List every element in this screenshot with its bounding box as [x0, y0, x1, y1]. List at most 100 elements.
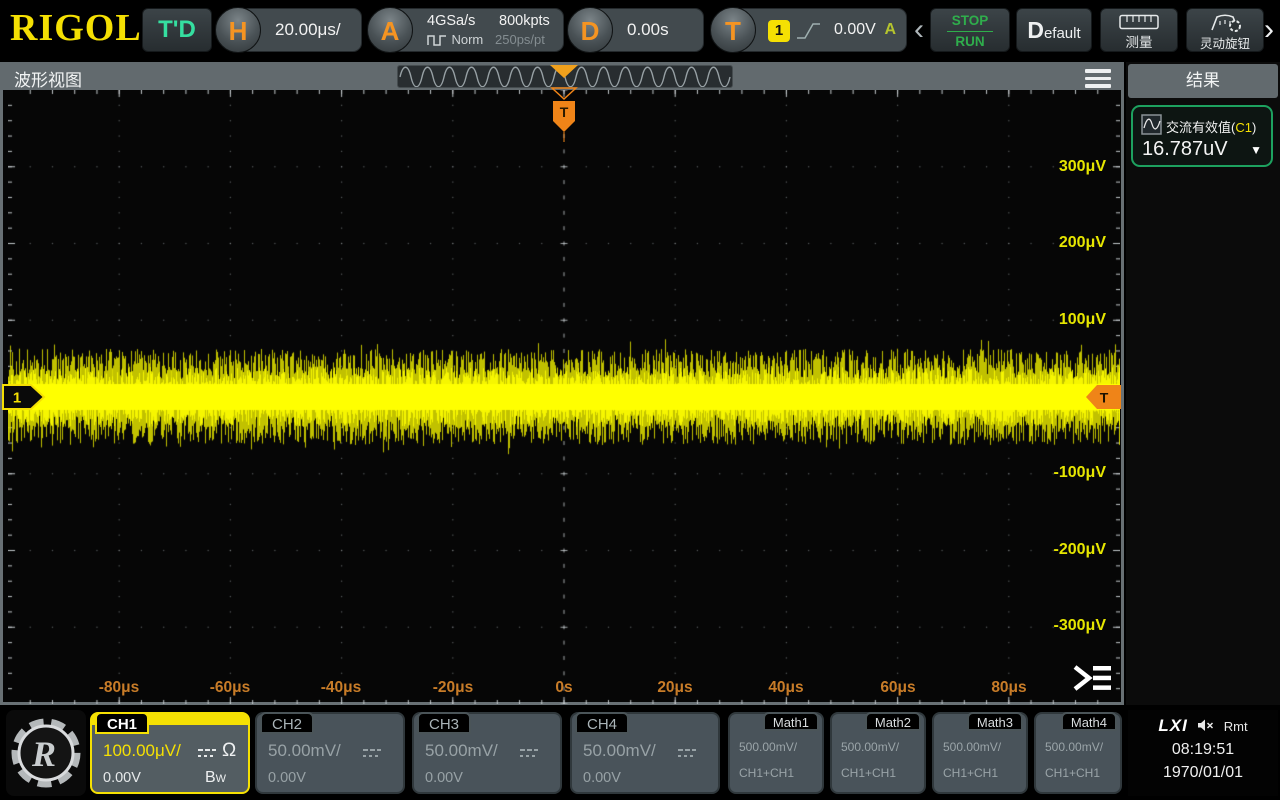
default-button[interactable]: Default [1016, 8, 1092, 52]
ch2-dc-coupling-icon [361, 747, 383, 759]
channel1-offset-marker[interactable]: 1 [2, 384, 46, 410]
run-label: RUN [931, 34, 1009, 50]
svg-text:T: T [560, 104, 569, 120]
ch1-scale: 100.00μV/ [103, 741, 181, 761]
toolbar-scroll-left[interactable]: ‹ [914, 15, 924, 45]
measurement-expand-icon[interactable]: ▼ [1250, 143, 1262, 157]
display-menu-expand-icon[interactable] [1070, 662, 1114, 694]
trigger-knob-button[interactable]: T [710, 7, 756, 53]
delay-knob-button[interactable]: D [567, 7, 613, 53]
status-clock-area[interactable]: LXI Rmt 08:19:51 1970/01/01 [1128, 710, 1278, 796]
default-initial: D [1027, 17, 1044, 43]
math-card-math2[interactable]: Math2 500.00mV/ CH1+CH1 [830, 712, 926, 794]
ch2-tab[interactable]: CH2 [260, 712, 314, 734]
trigger-level-marker[interactable]: T [1084, 384, 1122, 410]
v-label-200: 200μV [1026, 234, 1106, 252]
measure-button[interactable]: 测量 [1100, 8, 1178, 52]
channel-card-ch4[interactable]: CH4 50.00mV/ 0.00V [570, 712, 720, 794]
stop-label: STOP [931, 13, 1009, 29]
sample-rate: 4GSa/s [427, 13, 475, 29]
measurement-result-card[interactable]: 交流有效值(C1) 16.787uV ▼ [1131, 105, 1273, 167]
horizontal-scale-value: 20.00μs/ [275, 20, 341, 39]
math3-expression: CH1+CH1 [943, 766, 998, 780]
horizontal-knob-button[interactable]: H [215, 7, 261, 53]
acquisition-box[interactable]: 4GSa/s Norm 800kpts 250ps/pt [392, 8, 564, 52]
ch1-dc-coupling-icon [196, 747, 218, 759]
trigger-position-outline-icon [550, 87, 578, 101]
channel-card-ch2[interactable]: CH2 50.00mV/ 0.00V [255, 712, 405, 794]
acquire-knob-button[interactable]: A [367, 7, 413, 53]
stop-run-button[interactable]: STOP RUN [930, 8, 1010, 52]
rising-edge-icon [794, 18, 822, 44]
sample-interval: 250ps/pt [495, 32, 545, 47]
math1-scale: 500.00mV/ [739, 740, 797, 754]
trigger-sweep-mode: A [884, 21, 896, 39]
clock-time: 08:19:51 [1128, 741, 1278, 759]
trigger-level-value: 0.00V [834, 21, 876, 39]
oscilloscope-screen: RIGOL T'D 20.00μs/ H 4GSa/s Norm 800kpts… [0, 0, 1280, 800]
svg-text:T: T [1100, 390, 1109, 406]
v-label-300: 300μV [1026, 158, 1106, 176]
ch4-offset: 0.00V [583, 770, 621, 786]
t-label-n20: -20μs [411, 679, 495, 697]
math4-tab[interactable]: Math4 [1061, 712, 1117, 731]
channel-card-ch3[interactable]: CH3 50.00mV/ 0.00V [412, 712, 562, 794]
quick-knob-button[interactable]: 灵动旋钮 [1186, 8, 1264, 52]
t-label-n40: -40μs [299, 679, 383, 697]
math-card-math4[interactable]: Math4 500.00mV/ CH1+CH1 [1034, 712, 1122, 794]
memory-depth: 800kpts [499, 13, 550, 29]
v-label-n300: -300μV [1026, 617, 1106, 635]
window-menu-icon[interactable] [1085, 69, 1111, 92]
ch4-dc-coupling-icon [676, 747, 698, 759]
measurement-source-channel: C1 [1235, 120, 1252, 135]
trigger-position-marker[interactable]: T [552, 100, 576, 144]
channel-card-ch1[interactable]: CH1 100.00μV/ Ω 0.00V BW [90, 712, 250, 794]
ch1-offset: 0.00V [103, 770, 141, 786]
waveform-view-title: 波形视图 [14, 66, 82, 91]
measure-label: 测量 [1101, 35, 1177, 50]
math3-tab[interactable]: Math3 [967, 712, 1023, 731]
trigger-box[interactable]: 1 0.00V A [735, 8, 907, 52]
status-row: LXI Rmt [1128, 716, 1278, 736]
ch1-bandwidth-badge: BW [205, 769, 226, 787]
math-card-math1[interactable]: Math1 500.00mV/ CH1+CH1 [728, 712, 824, 794]
remote-indicator: Rmt [1224, 719, 1248, 734]
ch3-dc-coupling-icon [518, 747, 540, 759]
ch4-tab[interactable]: CH4 [575, 712, 629, 734]
delay-value: 0.00s [627, 20, 669, 39]
ch3-tab[interactable]: CH3 [417, 712, 471, 734]
ch1-tab[interactable]: CH1 [95, 712, 149, 734]
t-label-n60: -60μs [188, 679, 272, 697]
ch2-scale: 50.00mV/ [268, 741, 341, 761]
measurement-name: 交流有效值(C1) [1166, 117, 1256, 136]
trigger-source-badge: 1 [768, 20, 790, 42]
toolbar-scroll-right[interactable]: › [1264, 15, 1274, 45]
gear-icon: R [6, 710, 86, 796]
default-rest: efault [1044, 25, 1081, 42]
waveform-display[interactable] [8, 90, 1120, 704]
math3-scale: 500.00mV/ [943, 740, 1001, 754]
acq-mode-row: Norm [427, 31, 483, 49]
t-label-n80: -80μs [77, 679, 161, 697]
clock-date: 1970/01/01 [1128, 764, 1278, 782]
trigger-status-button[interactable]: T'D [142, 8, 212, 52]
sound-muted-icon [1197, 718, 1215, 733]
ch3-scale: 50.00mV/ [425, 741, 498, 761]
svg-text:R: R [31, 734, 56, 774]
math-card-math3[interactable]: Math3 500.00mV/ CH1+CH1 [932, 712, 1028, 794]
ch2-offset: 0.00V [268, 770, 306, 786]
svg-text:1: 1 [13, 390, 21, 407]
math4-expression: CH1+CH1 [1045, 766, 1100, 780]
math1-tab[interactable]: Math1 [763, 712, 819, 731]
measurement-value: 16.787uV [1142, 138, 1228, 161]
t-label-0: 0s [522, 679, 606, 697]
math2-scale: 500.00mV/ [841, 740, 899, 754]
v-label-n100: -100μV [1026, 464, 1106, 482]
ruler-icon [1119, 14, 1159, 30]
stop-run-divider [947, 31, 993, 32]
trigger-position-preview-icon[interactable] [550, 65, 578, 78]
square-wave-icon [427, 33, 447, 47]
math1-expression: CH1+CH1 [739, 766, 794, 780]
t-label-80: 80μs [967, 679, 1051, 697]
math2-tab[interactable]: Math2 [865, 712, 921, 731]
